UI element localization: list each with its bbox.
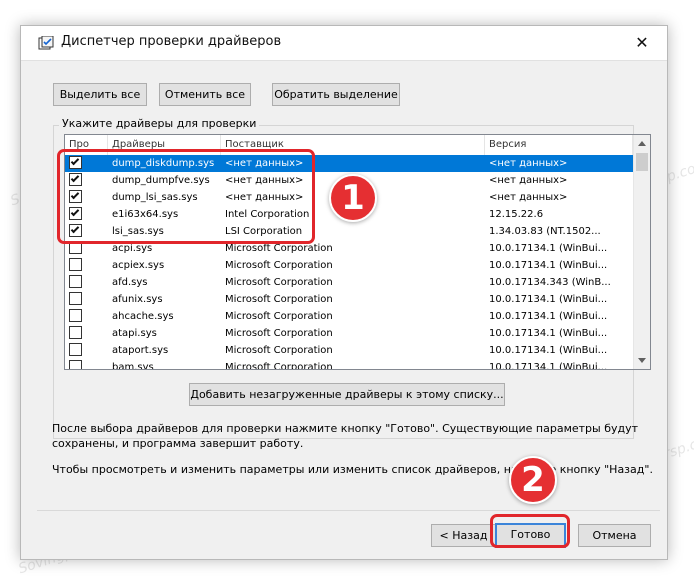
checklist-icon	[38, 36, 54, 50]
window-title: Диспетчер проверки драйверов	[61, 34, 282, 49]
driver-version: 10.0.17134.1 (WinBui...	[489, 294, 608, 305]
cancel-button[interactable]: Отмена	[578, 524, 651, 547]
driver-name: afunix.sys	[112, 294, 163, 305]
vertical-scrollbar[interactable]	[633, 135, 650, 369]
driver-name: acpiex.sys	[112, 260, 165, 271]
driver-checkbox[interactable]	[69, 309, 82, 322]
driver-vendor: Microsoft Corporation	[225, 260, 333, 271]
driver-version: 10.0.17134.1 (WinBui...	[489, 345, 608, 356]
driver-version: 12.15.22.6	[489, 209, 544, 220]
driver-version: 10.0.17134.1 (WinBui...	[489, 260, 608, 271]
driver-verifier-window: Диспетчер проверки драйверов ✕ Выделить …	[20, 25, 668, 560]
table-row[interactable]: atapi.sys Microsoft Corporation 10.0.171…	[65, 325, 633, 342]
highlight-finish-button	[490, 514, 570, 548]
title-bar: Диспетчер проверки драйверов ✕	[21, 26, 667, 61]
driver-checkbox[interactable]	[69, 360, 82, 369]
callout-badge-1: 1	[329, 174, 377, 222]
close-button[interactable]: ✕	[631, 33, 653, 55]
scrollbar-thumb[interactable]	[636, 153, 648, 171]
driver-vendor: Microsoft Corporation	[225, 345, 333, 356]
driver-version: 10.0.17134.1 (WinBui...	[489, 243, 608, 254]
driver-version: 10.0.17134.1 (WinBui...	[489, 362, 608, 369]
driver-version: <нет данных>	[489, 158, 568, 169]
driver-vendor: Microsoft Corporation	[225, 277, 333, 288]
highlight-selected-drivers	[57, 149, 315, 244]
driver-vendor: Microsoft Corporation	[225, 362, 333, 369]
scroll-up-icon[interactable]	[638, 141, 646, 146]
add-unloaded-drivers-button[interactable]: Добавить незагруженные драйверы к этому …	[189, 383, 505, 406]
table-row[interactable]: afunix.sys Microsoft Corporation 10.0.17…	[65, 291, 633, 308]
driver-checkbox[interactable]	[69, 343, 82, 356]
driver-checkbox[interactable]	[69, 258, 82, 271]
driver-name: bam.sys	[112, 362, 154, 369]
driver-name: atapi.sys	[112, 328, 157, 339]
driver-version: <нет данных>	[489, 175, 568, 186]
back-button[interactable]: < Назад	[431, 524, 496, 547]
driver-version: 10.0.17134.343 (WinB...	[489, 277, 611, 288]
driver-selection-group-label: Укажите драйверы для проверки	[59, 117, 260, 130]
invert-selection-button[interactable]: Обратить выделение	[272, 83, 400, 106]
table-row[interactable]: ataport.sys Microsoft Corporation 10.0.1…	[65, 342, 633, 359]
driver-checkbox[interactable]	[69, 275, 82, 288]
driver-vendor: Microsoft Corporation	[225, 311, 333, 322]
driver-version: 10.0.17134.1 (WinBui...	[489, 328, 608, 339]
table-row[interactable]: ahcache.sys Microsoft Corporation 10.0.1…	[65, 308, 633, 325]
driver-vendor: Microsoft Corporation	[225, 294, 333, 305]
driver-version: <нет данных>	[489, 192, 568, 203]
screenshot-page: Sovingpersp.com Sovingpersp.com Sovingpe…	[0, 0, 694, 584]
back-instructions-text: Чтобы просмотреть и изменить параметры и…	[52, 463, 653, 476]
deselect-all-button[interactable]: Отменить все	[159, 83, 251, 106]
table-row[interactable]: bam.sys Microsoft Corporation 10.0.17134…	[65, 359, 633, 369]
table-row[interactable]: afd.sys Microsoft Corporation 10.0.17134…	[65, 274, 633, 291]
driver-name: ataport.sys	[112, 345, 169, 356]
driver-version: 1.34.03.83 (NT.1502...	[489, 226, 601, 237]
table-row[interactable]: acpiex.sys Microsoft Corporation 10.0.17…	[65, 257, 633, 274]
footer-divider	[37, 510, 660, 511]
scroll-down-icon[interactable]	[638, 358, 646, 363]
column-header-version[interactable]: Версия	[485, 135, 633, 155]
driver-checkbox[interactable]	[69, 292, 82, 305]
finish-instructions-text: После выбора драйверов для проверки нажм…	[52, 422, 639, 450]
driver-version: 10.0.17134.1 (WinBui...	[489, 311, 608, 322]
driver-vendor: Microsoft Corporation	[225, 328, 333, 339]
driver-name: afd.sys	[112, 277, 148, 288]
select-all-button[interactable]: Выделить все	[53, 83, 147, 106]
driver-name: ahcache.sys	[112, 311, 174, 322]
callout-badge-2: 2	[509, 456, 557, 504]
driver-checkbox[interactable]	[69, 326, 82, 339]
